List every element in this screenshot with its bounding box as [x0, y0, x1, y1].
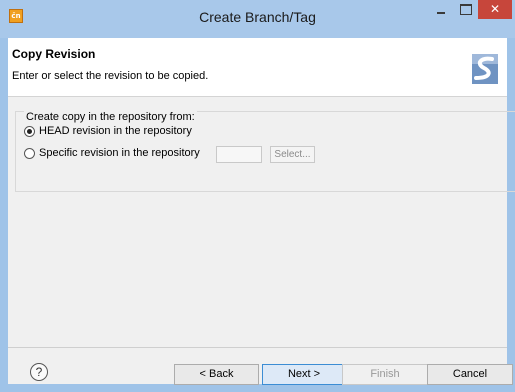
radio-button-checked[interactable] — [24, 125, 35, 137]
head-revision-label: HEAD revision in the repository — [39, 125, 192, 137]
back-button[interactable]: < Back — [174, 364, 259, 385]
page-title: Copy Revision — [12, 47, 96, 61]
next-button[interactable]: Next > — [262, 364, 346, 385]
close-button[interactable]: ✕ — [478, 0, 512, 19]
finish-button[interactable]: Finish — [342, 364, 428, 385]
minimize-icon — [437, 12, 445, 14]
dialog-window: c̄n Create Branch/Tag ✕ Copy Revision En… — [0, 0, 515, 392]
copy-source-group: Create copy in the repository from: HEAD… — [15, 111, 515, 192]
minimize-button[interactable] — [430, 0, 452, 20]
subversion-wizard-icon — [470, 50, 500, 88]
page-description: Enter or select the revision to be copie… — [12, 70, 209, 82]
head-revision-option[interactable]: HEAD revision in the repository — [24, 123, 192, 139]
specific-revision-option[interactable]: Specific revision in the repository — [24, 145, 200, 161]
specific-revision-label: Specific revision in the repository — [39, 147, 200, 159]
radio-button-unchecked[interactable] — [24, 147, 35, 159]
wizard-banner: Copy Revision Enter or select the revisi… — [8, 38, 507, 97]
select-revision-button[interactable]: Select... — [270, 146, 315, 163]
help-icon[interactable]: ? — [30, 363, 48, 381]
wizard-footer: ? < Back Next > Finish Cancel — [8, 348, 513, 385]
maximize-icon — [460, 4, 472, 15]
revision-input[interactable] — [216, 146, 262, 163]
close-icon: ✕ — [489, 2, 501, 16]
title-bar[interactable]: c̄n Create Branch/Tag ✕ — [0, 0, 515, 38]
maximize-button[interactable] — [455, 0, 477, 20]
cancel-button[interactable]: Cancel — [427, 364, 513, 385]
wizard-content: Create copy in the repository from: HEAD… — [8, 97, 515, 348]
group-label: Create copy in the repository from: — [24, 111, 197, 123]
